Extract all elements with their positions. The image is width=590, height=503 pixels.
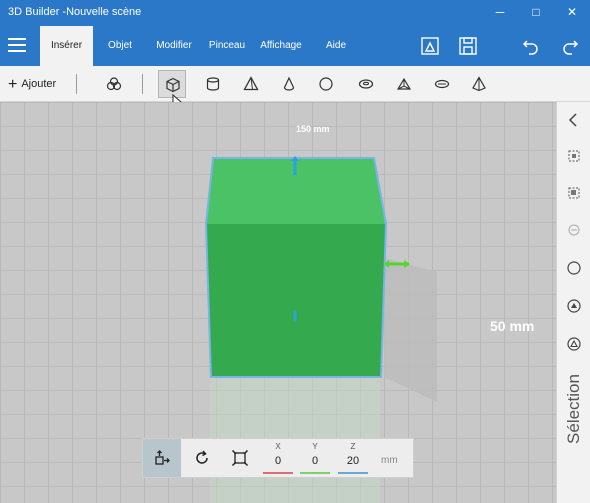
y-axis-indicator [300, 472, 330, 474]
tab-modifier[interactable]: Modifier [150, 26, 198, 66]
select-object-icon[interactable] [566, 148, 582, 164]
selection-label-text: Sélection [564, 374, 583, 444]
tetrahedron-icon[interactable] [465, 70, 493, 98]
undo-icon[interactable] [519, 34, 543, 58]
scale-icon[interactable] [221, 439, 259, 477]
window-title: 3D Builder -Nouvelle scène [8, 6, 142, 18]
tab-inserer[interactable]: Insérer [40, 26, 93, 66]
cube-front-face [206, 224, 386, 377]
torus-icon[interactable] [352, 70, 380, 98]
transform-bar: X 0 Y 0 Z 20 mm [142, 438, 414, 478]
select-fill-icon[interactable] [566, 298, 582, 314]
add-button[interactable]: + Ajouter [8, 74, 56, 94]
title-bar: 3D Builder -Nouvelle scène ─ □ ✕ [0, 0, 590, 26]
hamburger-icon[interactable] [8, 38, 26, 52]
select-mesh-icon[interactable] [566, 336, 582, 352]
toolbar-divider [142, 74, 143, 94]
chevron-left-icon[interactable] [566, 112, 582, 128]
dimension-label-side: 50 mm [490, 318, 535, 334]
maximize-button[interactable]: □ [528, 4, 544, 20]
y-label: Y [312, 442, 318, 451]
tab-objet[interactable]: Objet [100, 26, 140, 66]
redo-icon[interactable] [558, 34, 582, 58]
z-field[interactable]: 20 [338, 455, 368, 467]
print-3d-icon[interactable] [418, 34, 442, 58]
cone-icon[interactable] [275, 70, 303, 98]
add-label: Ajouter [21, 78, 57, 90]
unit-label: mm [381, 455, 398, 466]
minimize-button[interactable]: ─ [492, 4, 508, 20]
x-axis-indicator [263, 472, 293, 474]
selection-sidebar: Sélection [556, 102, 590, 503]
move-icon[interactable] [143, 439, 181, 477]
ellipsoid-icon[interactable] [428, 70, 456, 98]
object-shadow [384, 258, 437, 402]
y-field[interactable]: 0 [300, 455, 330, 467]
cylinder-icon[interactable] [199, 70, 227, 98]
selection-label[interactable]: Sélection [559, 364, 589, 454]
dimension-label-top: 150 mm [296, 124, 330, 134]
tab-aide[interactable]: Aide [318, 26, 354, 66]
save-icon[interactable] [456, 34, 480, 58]
pyramid-icon[interactable] [237, 70, 265, 98]
close-button[interactable]: ✕ [564, 4, 580, 20]
select-vertex-icon[interactable] [566, 260, 582, 276]
select-face-icon[interactable] [566, 185, 582, 201]
z-axis-indicator [338, 472, 368, 474]
ribbon: Insérer Objet Modifier Pinceau Affichage… [0, 26, 590, 66]
x-label: X [275, 442, 281, 451]
toolbar-divider [76, 74, 77, 94]
group-icon[interactable] [100, 70, 128, 98]
tab-affichage[interactable]: Affichage [256, 26, 306, 66]
wedge-icon[interactable] [390, 70, 418, 98]
select-edge-icon[interactable] [566, 222, 582, 238]
z-label: Z [350, 442, 356, 451]
insert-toolbar: + Ajouter [0, 66, 590, 102]
sphere-icon[interactable] [312, 70, 340, 98]
x-field[interactable]: 0 [263, 455, 293, 467]
tab-pinceau[interactable]: Pinceau [205, 26, 249, 66]
rotate-icon[interactable] [183, 439, 221, 477]
plus-icon: + [8, 76, 18, 93]
